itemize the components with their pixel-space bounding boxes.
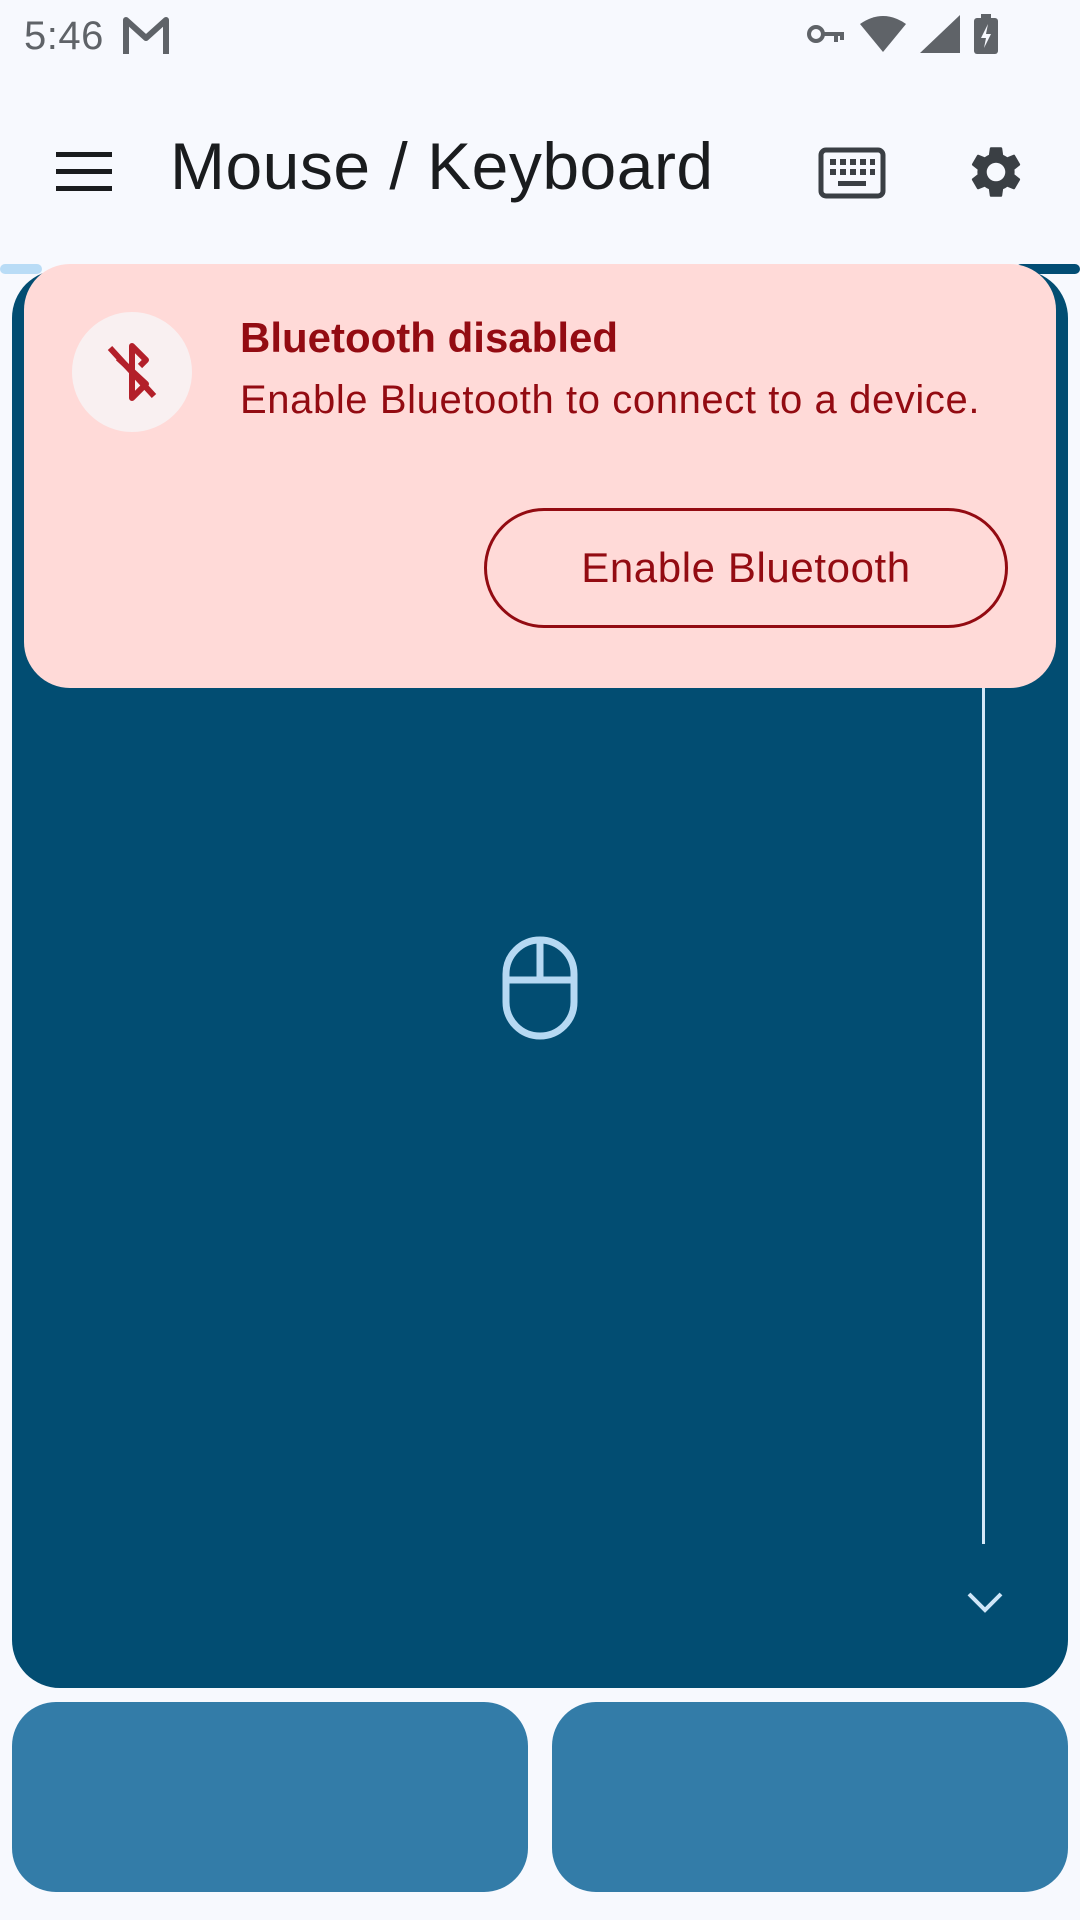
enable-bluetooth-button[interactable]: Enable Bluetooth	[484, 508, 1008, 628]
progress-track-segment	[0, 264, 42, 274]
gear-icon	[965, 141, 1027, 208]
bluetooth-disabled-icon	[72, 312, 192, 432]
menu-button[interactable]	[44, 144, 124, 204]
keyboard-icon	[818, 147, 886, 204]
bluetooth-disabled-banner: Bluetooth disabled Enable Bluetooth to c…	[24, 264, 1056, 688]
status-bar: 5:46	[0, 0, 1080, 75]
status-time: 5:46	[24, 14, 104, 58]
page-title: Mouse / Keyboard	[170, 129, 714, 203]
vpn-key-icon	[806, 22, 846, 51]
cell-signal-icon	[920, 15, 960, 58]
chevron-down-icon	[965, 1590, 1005, 1621]
wifi-icon	[860, 16, 906, 57]
settings-button[interactable]	[958, 136, 1034, 212]
app-bar: Mouse / Keyboard	[0, 100, 1080, 240]
scroll-down-button[interactable]	[960, 1580, 1010, 1630]
menu-icon	[56, 151, 112, 197]
banner-message: Enable Bluetooth to connect to a device.	[240, 378, 981, 422]
mouse-icon	[500, 936, 580, 1040]
gmail-icon	[122, 14, 170, 63]
battery-charging-icon	[974, 14, 998, 59]
left-click-button[interactable]	[12, 1702, 528, 1892]
keyboard-button[interactable]	[812, 140, 892, 210]
banner-title: Bluetooth disabled	[240, 314, 618, 361]
right-click-button[interactable]	[552, 1702, 1068, 1892]
